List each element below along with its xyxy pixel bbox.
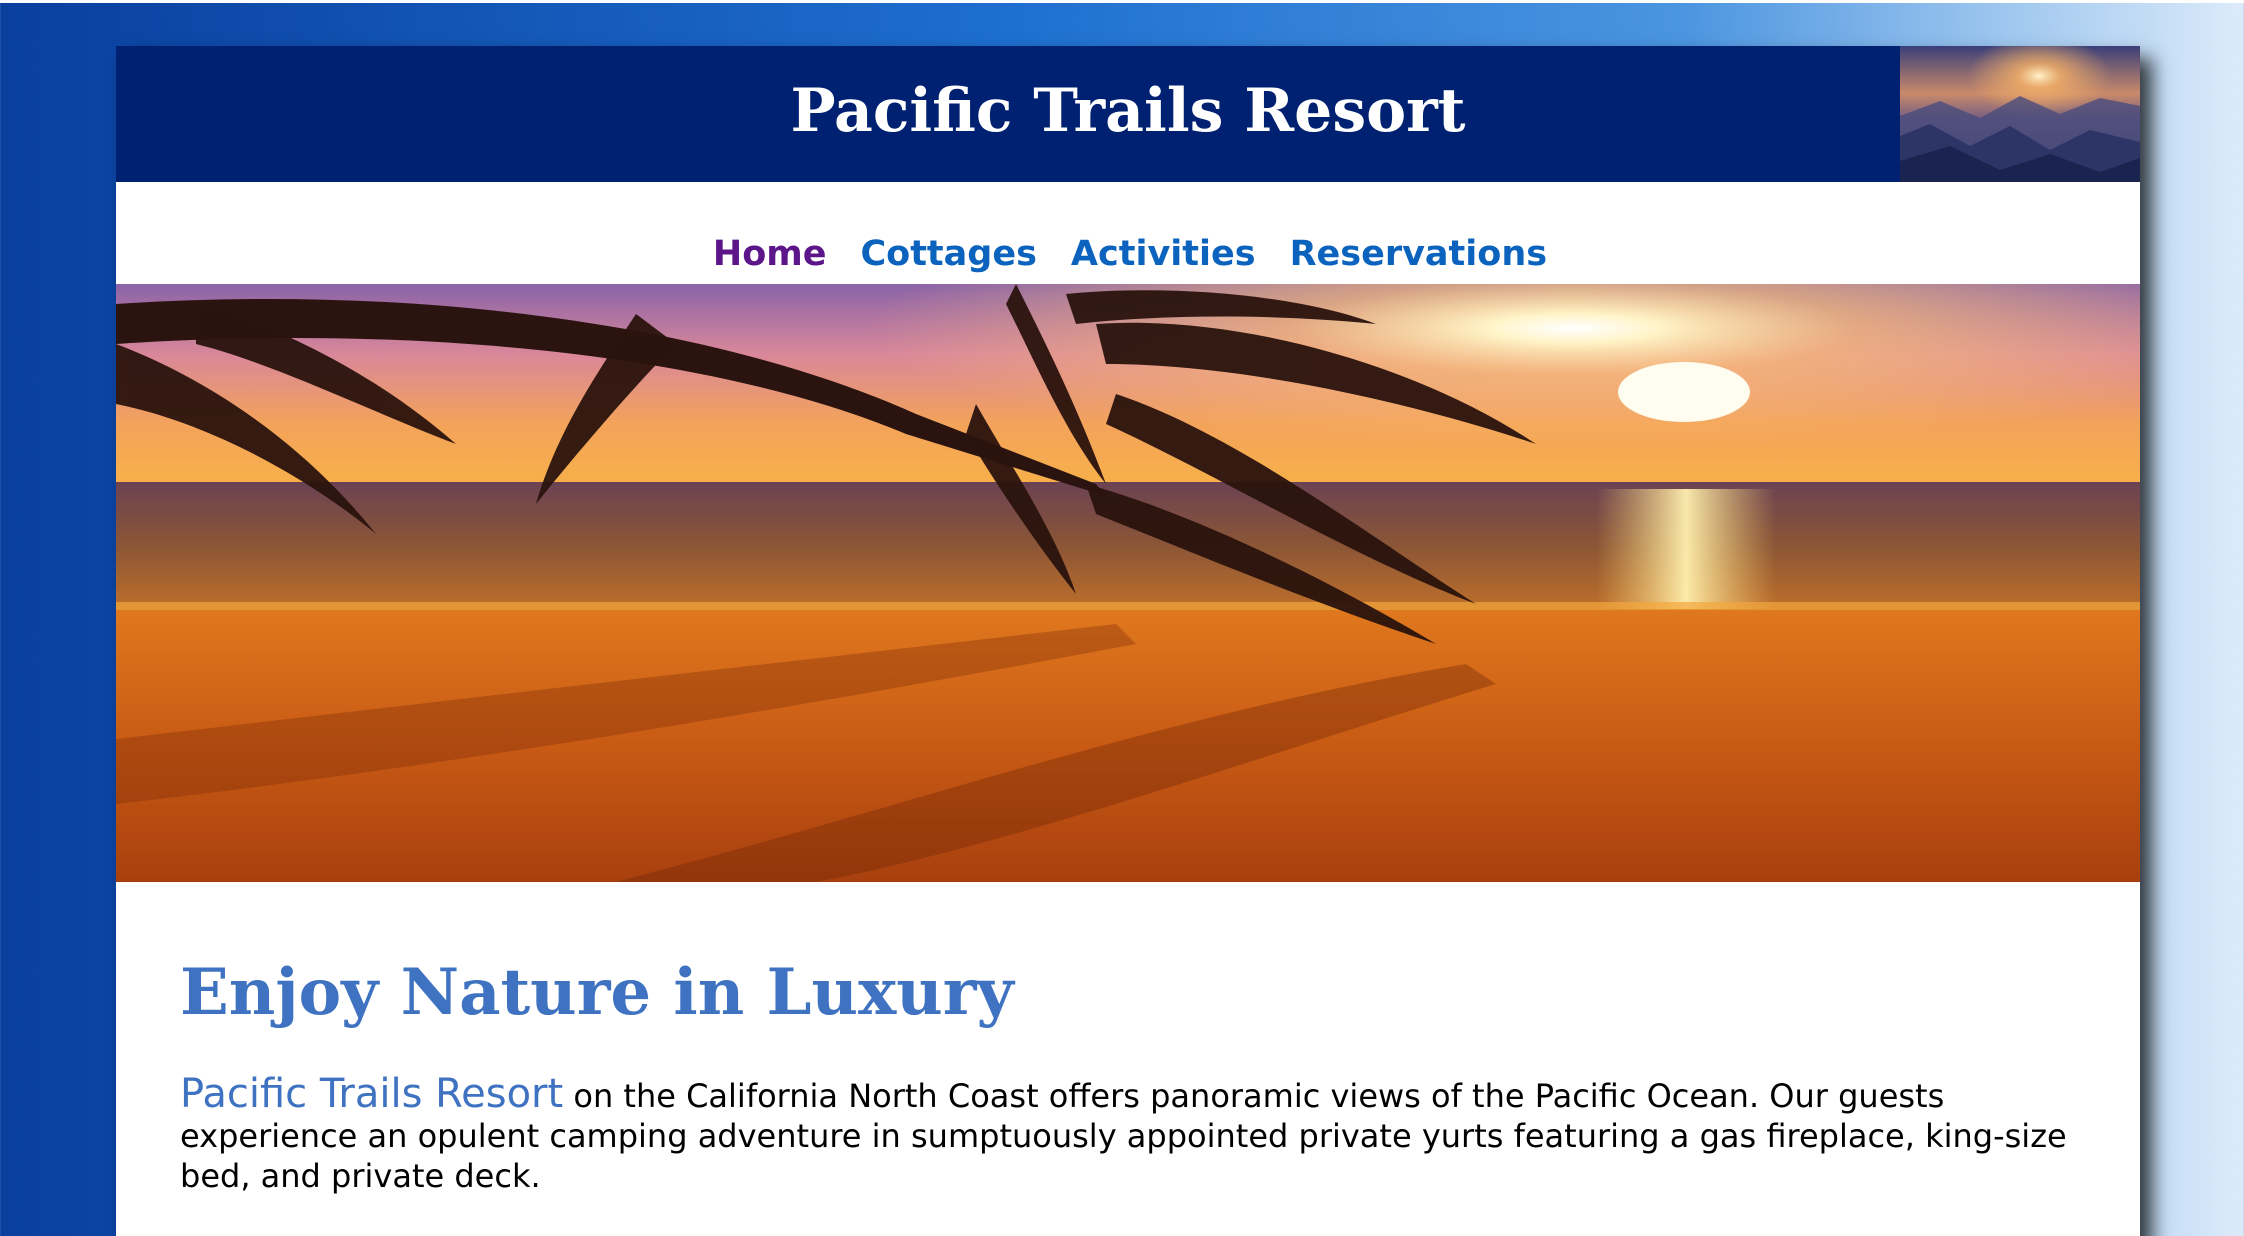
nav-link-home[interactable]: Home: [713, 234, 827, 274]
nav-list: Home Cottages Activities Reservations: [116, 234, 2140, 274]
nav-item-reservations: Reservations: [1290, 234, 1547, 274]
main-nav: Home Cottages Activities Reservations: [116, 182, 2140, 284]
site-title: Pacific Trails Resort: [790, 76, 1466, 146]
beach-sunset-hero-image: [116, 284, 2140, 882]
intro-paragraph: Pacific Trails Resort on the California …: [180, 1074, 2080, 1196]
main-content: Enjoy Nature in Luxury Pacific Trails Re…: [116, 882, 2140, 1196]
page-wrapper: Pacific Trails Resort Home Cottages Acti…: [116, 46, 2140, 1236]
nav-link-reservations[interactable]: Reservations: [1290, 234, 1547, 274]
nav-item-activities: Activities: [1071, 234, 1256, 274]
resort-name: Pacific Trails Resort: [180, 1071, 564, 1118]
nav-item-home: Home: [713, 234, 827, 274]
nav-link-cottages[interactable]: Cottages: [860, 234, 1036, 274]
site-header: Pacific Trails Resort: [116, 46, 2140, 182]
nav-item-cottages: Cottages: [860, 234, 1036, 274]
top-edge: [0, 0, 2244, 3]
nav-link-activities[interactable]: Activities: [1071, 234, 1256, 274]
page-heading: Enjoy Nature in Luxury: [180, 955, 1014, 1030]
mountain-sunset-image: [1900, 46, 2140, 182]
